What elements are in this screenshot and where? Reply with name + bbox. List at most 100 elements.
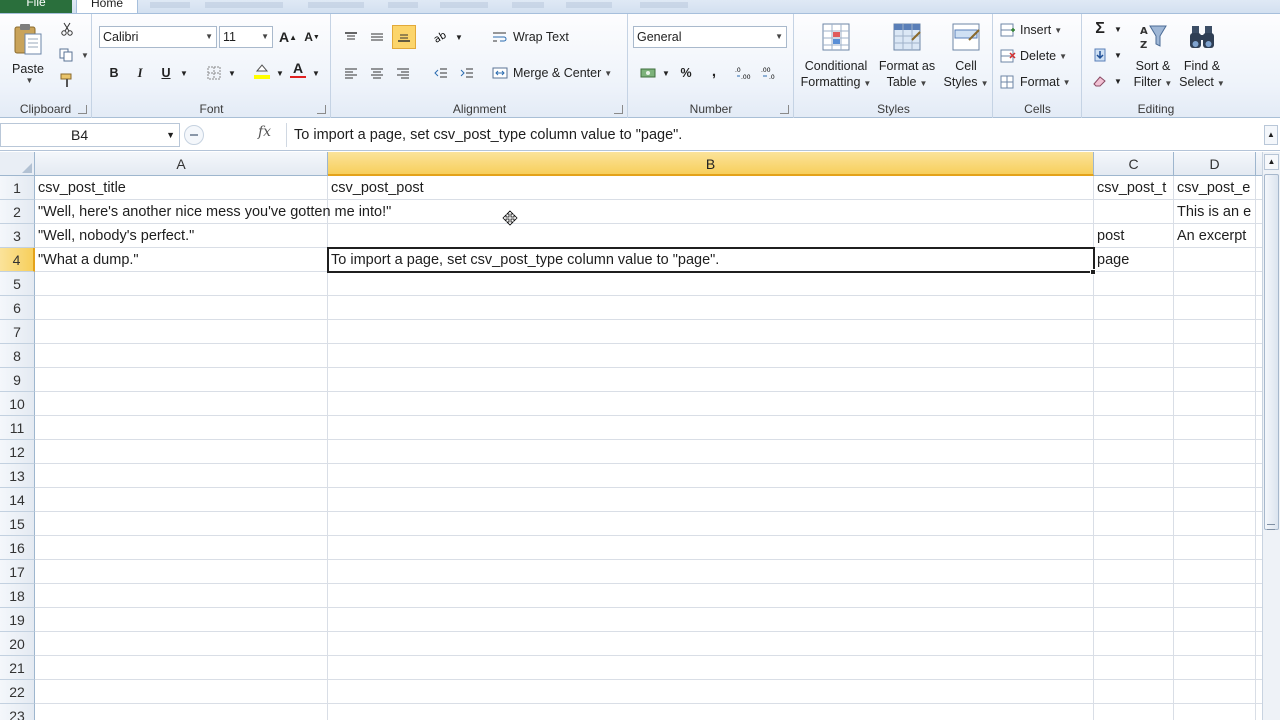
fill-color-icon[interactable] [253,62,271,80]
row-header[interactable]: 3 [0,224,35,248]
format-button[interactable]: Format ▼ [1000,72,1071,92]
row-header[interactable]: 14 [0,488,35,512]
cell-c4[interactable]: page [1095,248,1173,272]
copy-icon[interactable]: ▼ [58,46,89,64]
chevron-down-icon[interactable]: ▼ [271,64,289,82]
decrease-indent-icon[interactable] [432,64,450,82]
cell-a3[interactable]: "Well, nobody's perfect." [36,224,326,248]
row-header[interactable]: 7 [0,320,35,344]
grow-font-icon[interactable]: A ▲ [279,28,297,46]
currency-icon[interactable] [639,64,657,82]
tab-page-layout[interactable] [205,2,283,8]
column-header-c[interactable]: C [1094,152,1174,176]
decrease-decimal-icon[interactable]: .00.0 [761,64,779,82]
tab-acrobat[interactable] [640,2,688,8]
row-header[interactable]: 18 [0,584,35,608]
chevron-down-icon[interactable]: ▼ [657,64,675,82]
formula-bar-expand-button[interactable]: ▲ [1264,125,1278,145]
clear-icon[interactable] [1091,72,1109,90]
cut-icon[interactable] [58,20,76,38]
insert-function-button[interactable]: fx [258,124,271,140]
borders-icon[interactable] [205,64,223,82]
align-bottom-icon[interactable] [392,25,416,49]
number-dialog-launcher[interactable] [780,105,789,114]
tab-review[interactable] [440,2,488,8]
chevron-down-icon[interactable]: ▼ [1109,20,1127,38]
column-header-b[interactable]: B [328,152,1094,176]
row-header[interactable]: 23 [0,704,35,720]
vertical-scrollbar[interactable]: ▲ [1262,152,1280,720]
cell-c1[interactable]: csv_post_t [1095,176,1173,200]
cell-c3[interactable]: post [1095,224,1173,248]
row-header[interactable]: 16 [0,536,35,560]
font-dialog-launcher[interactable] [317,105,326,114]
formula-input[interactable]: To import a page, set csv_post_type colu… [286,123,1260,147]
row-header[interactable]: 2 [0,200,35,224]
cell-b1[interactable]: csv_post_post [329,176,1093,200]
find-select-button[interactable]: Find & Select ▼ [1177,18,1227,96]
formula-expand-handle[interactable] [184,125,204,145]
align-middle-icon[interactable] [368,28,386,46]
chevron-down-icon[interactable]: ▼ [175,64,193,82]
increase-indent-icon[interactable] [458,64,476,82]
row-header[interactable]: 8 [0,344,35,368]
column-header-a[interactable]: A [35,152,328,176]
tab-file[interactable]: File [0,0,72,13]
sort-filter-button[interactable]: A Z Sort & Filter ▼ [1129,18,1177,96]
row-header[interactable]: 11 [0,416,35,440]
row-header[interactable]: 5 [0,272,35,296]
tab-view[interactable] [512,2,544,8]
row-header[interactable]: 19 [0,608,35,632]
font-name-select[interactable]: Calibri ▼ [99,26,217,48]
scroll-thumb[interactable] [1264,174,1279,530]
cell-d1[interactable]: csv_post_e [1175,176,1255,200]
italic-button[interactable]: I [131,64,149,82]
cell-d2[interactable]: This is an e [1175,200,1255,224]
tab-data[interactable] [388,2,418,8]
merge-center-button[interactable]: Merge & Center ▼ [492,62,612,84]
conditional-formatting-button[interactable]: Conditional Formatting ▼ [799,18,873,96]
font-color-icon[interactable]: A [289,60,307,78]
autosum-icon[interactable]: Σ [1091,20,1109,38]
bold-button[interactable]: B [105,64,123,82]
tab-insert[interactable] [150,2,190,8]
row-header[interactable]: 17 [0,560,35,584]
wrap-text-button[interactable]: Wrap Text [492,26,569,48]
chevron-down-icon[interactable]: ▼ [307,64,325,82]
chevron-down-icon[interactable]: ▼ [223,64,241,82]
underline-button[interactable]: U [157,64,175,82]
scroll-up-button[interactable]: ▲ [1264,154,1279,170]
font-size-select[interactable]: 11 ▼ [219,26,273,48]
number-format-select[interactable]: General ▼ [633,26,787,48]
name-box[interactable]: B4 ▼ [0,123,180,147]
tab-add-ins[interactable] [566,2,612,8]
cell-a4[interactable]: "What a dump." [36,248,326,272]
orientation-icon[interactable]: ab [432,28,450,46]
cell-d3[interactable]: An excerpt [1175,224,1255,248]
cell-a1[interactable]: csv_post_title [36,176,326,200]
fill-icon[interactable] [1091,46,1109,64]
row-header[interactable]: 15 [0,512,35,536]
insert-button[interactable]: Insert ▼ [1000,20,1062,40]
chevron-down-icon[interactable]: ▼ [1109,72,1127,90]
increase-decimal-icon[interactable]: .0.00 [735,64,753,82]
comma-button[interactable]: , [705,62,723,80]
tab-home[interactable]: Home [76,0,139,13]
tab-formulas[interactable] [308,2,364,8]
row-header[interactable]: 1 [0,176,35,200]
delete-button[interactable]: Delete ▼ [1000,46,1067,66]
row-header[interactable]: 9 [0,368,35,392]
row-header[interactable]: 4 [0,248,35,272]
align-top-icon[interactable] [342,28,360,46]
shrink-font-icon[interactable]: A ▼ [303,28,321,46]
alignment-dialog-launcher[interactable] [614,105,623,114]
select-all-button[interactable] [0,152,35,176]
paste-button[interactable]: Paste ▼ [6,20,50,86]
column-header-d[interactable]: D [1174,152,1256,176]
align-right-icon[interactable] [394,64,412,82]
row-header[interactable]: 20 [0,632,35,656]
align-left-icon[interactable] [342,64,360,82]
cell-a2[interactable]: "Well, here's another nice mess you've g… [36,200,391,224]
cell-styles-button[interactable]: Cell Styles ▼ [941,18,991,96]
row-header[interactable]: 21 [0,656,35,680]
